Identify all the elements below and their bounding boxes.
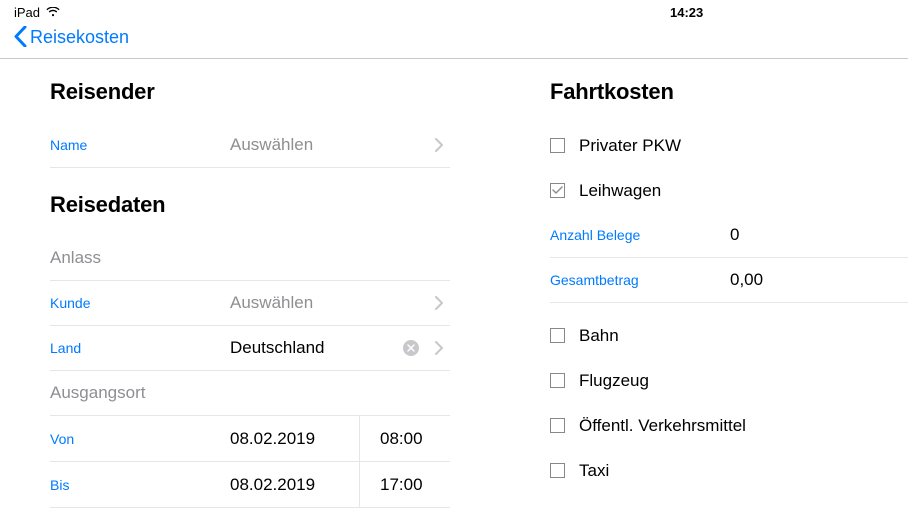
section-title-fahrtkosten: Fahrtkosten	[550, 79, 900, 105]
ausgangsort-label: Ausgangsort	[50, 383, 230, 403]
row-anlass[interactable]: Anlass	[50, 236, 450, 281]
check-row-flugzeug[interactable]: Flugzeug	[550, 358, 900, 403]
checkbox-pkw[interactable]	[550, 138, 565, 153]
belege-label: Anzahl Belege	[550, 227, 730, 243]
belege-value: 0	[730, 225, 739, 245]
section-title-reisender: Reisender	[50, 79, 450, 105]
betrag-value: 0,00	[730, 270, 763, 290]
right-column: Fahrtkosten Privater PKW Leihwagen Anzah…	[450, 59, 900, 508]
kunde-label: Kunde	[50, 295, 230, 311]
row-anzahl-belege[interactable]: Anzahl Belege 0	[550, 213, 908, 258]
status-left: iPad	[14, 5, 60, 20]
row-ausgangsort[interactable]: Ausgangsort	[50, 371, 450, 416]
taxi-label: Taxi	[579, 461, 609, 481]
chevron-right-icon	[428, 296, 450, 310]
bahn-label: Bahn	[579, 326, 619, 346]
leihwagen-label: Leihwagen	[579, 181, 661, 201]
check-row-bahn[interactable]: Bahn	[550, 313, 900, 358]
check-row-leihwagen[interactable]: Leihwagen	[550, 168, 900, 213]
chevron-left-icon	[14, 26, 28, 48]
back-button[interactable]: Reisekosten	[14, 26, 129, 48]
betrag-label: Gesamtbetrag	[550, 272, 730, 288]
checkbox-flugzeug[interactable]	[550, 373, 565, 388]
name-value: Auswählen	[230, 135, 428, 155]
bis-date-cell[interactable]: Bis 08.02.2019	[50, 462, 360, 507]
checkbox-leihwagen[interactable]	[550, 183, 565, 198]
name-label: Name	[50, 137, 230, 153]
opnv-label: Öffentl. Verkehrsmittel	[579, 416, 746, 436]
nav-bar: Reisekosten	[0, 20, 908, 59]
clear-icon[interactable]	[400, 340, 422, 356]
checkbox-opnv[interactable]	[550, 418, 565, 433]
von-date-cell[interactable]: Von 08.02.2019	[50, 416, 360, 461]
kunde-value: Auswählen	[230, 293, 428, 313]
row-kunde[interactable]: Kunde Auswählen	[50, 281, 450, 326]
check-row-opnv[interactable]: Öffentl. Verkehrsmittel	[550, 403, 900, 448]
von-time: 08:00	[380, 429, 423, 449]
von-time-cell[interactable]: 08:00	[360, 416, 423, 461]
bis-label: Bis	[50, 477, 230, 493]
left-column: Reisender Name Auswählen Reisedaten Anla…	[0, 59, 450, 508]
flugzeug-label: Flugzeug	[579, 371, 649, 391]
land-value: Deutschland	[230, 338, 400, 358]
row-land[interactable]: Land Deutschland	[50, 326, 450, 371]
bis-time-cell[interactable]: 17:00	[360, 462, 423, 507]
wifi-icon	[46, 5, 60, 20]
von-date: 08.02.2019	[230, 429, 359, 449]
row-von: Von 08.02.2019 08:00	[50, 416, 450, 462]
status-time: 14:23	[670, 5, 703, 20]
chevron-right-icon	[428, 138, 450, 152]
status-bar: iPad 14:23	[0, 0, 908, 20]
von-label: Von	[50, 431, 230, 447]
chevron-right-icon	[428, 341, 450, 355]
pkw-label: Privater PKW	[579, 136, 681, 156]
check-row-taxi[interactable]: Taxi	[550, 448, 900, 493]
checkbox-bahn[interactable]	[550, 328, 565, 343]
device-label: iPad	[14, 5, 40, 20]
checkbox-taxi[interactable]	[550, 463, 565, 478]
bis-time: 17:00	[380, 475, 423, 495]
row-name[interactable]: Name Auswählen	[50, 123, 450, 168]
content: Reisender Name Auswählen Reisedaten Anla…	[0, 59, 908, 508]
land-label: Land	[50, 340, 230, 356]
bis-date: 08.02.2019	[230, 475, 359, 495]
row-bis: Bis 08.02.2019 17:00	[50, 462, 450, 508]
row-gesamtbetrag[interactable]: Gesamtbetrag 0,00	[550, 258, 908, 303]
back-label: Reisekosten	[30, 27, 129, 48]
section-title-reisedaten: Reisedaten	[50, 192, 450, 218]
check-row-pkw[interactable]: Privater PKW	[550, 123, 900, 168]
anlass-label: Anlass	[50, 248, 230, 268]
